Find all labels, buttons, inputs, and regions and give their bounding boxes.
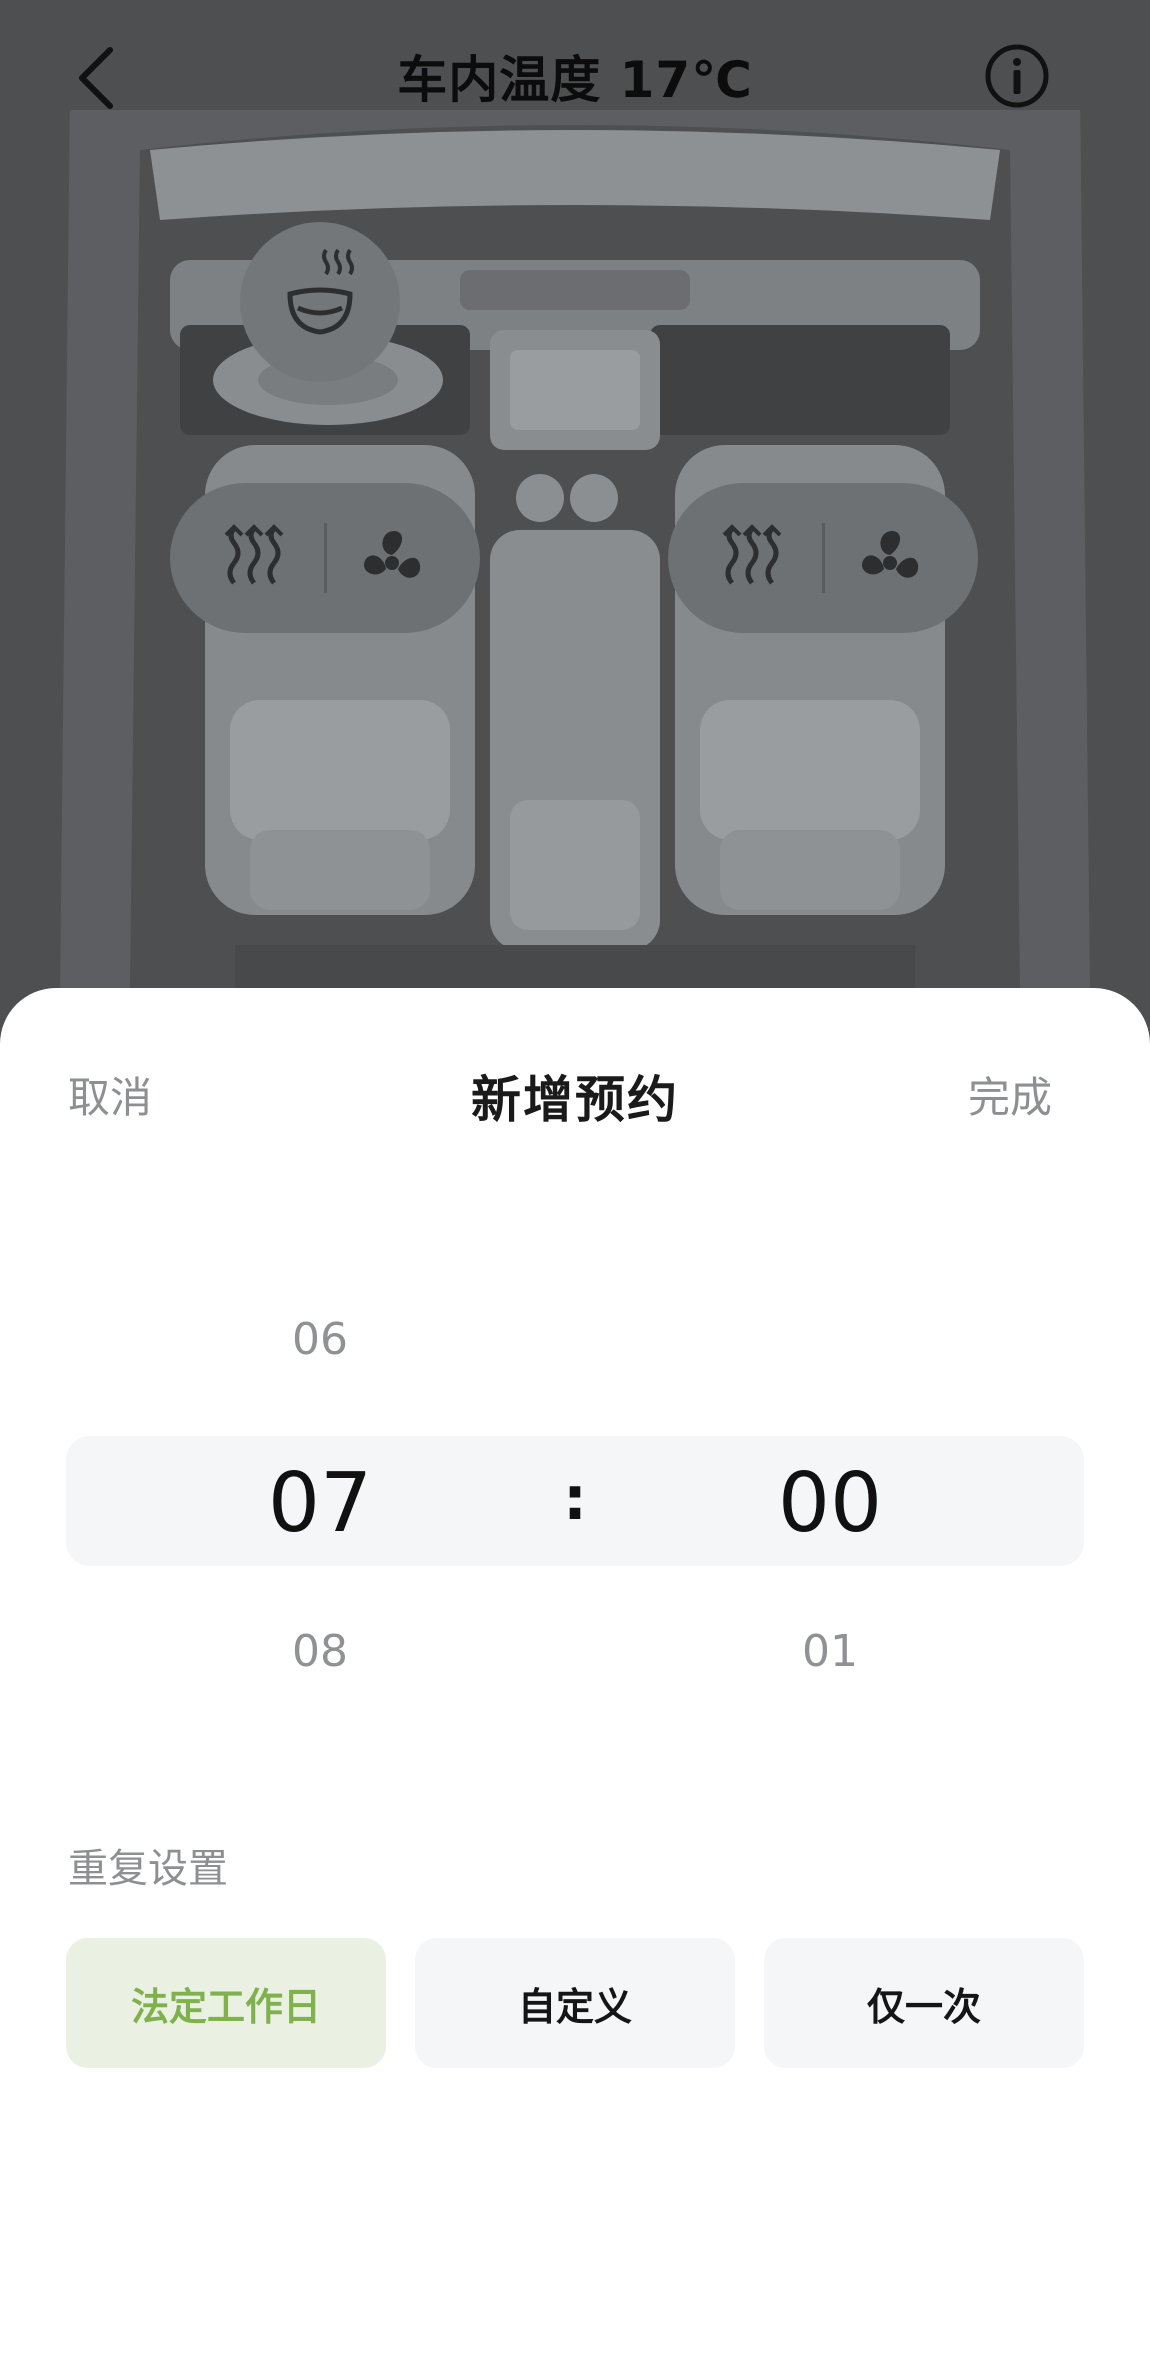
steering-heat-button[interactable]: [240, 222, 400, 382]
hour-selected[interactable]: 07: [220, 1456, 420, 1551]
minute-option-next[interactable]: 01: [730, 1626, 930, 1677]
hour-option-prev[interactable]: 06: [220, 1314, 420, 1365]
info-circle-icon: [985, 44, 1049, 108]
page-title: 车内温度 17℃: [397, 51, 753, 109]
repeat-option-workdays[interactable]: 法定工作日: [66, 1938, 386, 2068]
done-button[interactable]: 完成: [968, 1064, 1052, 1125]
sheet-header: 取消 新增预约 完成: [0, 988, 1150, 1138]
minute-selected[interactable]: 00: [730, 1456, 930, 1551]
repeat-option-custom[interactable]: 自定义: [415, 1938, 735, 2068]
hour-option-next[interactable]: 08: [220, 1626, 420, 1677]
pill-divider: [822, 523, 825, 593]
seat-fan-icon[interactable]: [850, 519, 930, 599]
steering-wheel-heat-icon: [287, 248, 354, 335]
time-separator: :: [563, 1464, 587, 1534]
repeat-setting-label: 重复设置: [68, 1846, 228, 1892]
seat-heat-icon[interactable]: [220, 523, 290, 593]
seat-fan-icon[interactable]: [352, 519, 432, 599]
left-seat-controls: [170, 483, 480, 633]
schedule-bottom-sheet: 取消 新增预约 完成 06 07 08 : 00 01 重复设置 法定工作日 自…: [0, 988, 1150, 2355]
info-button[interactable]: [983, 42, 1051, 110]
time-picker[interactable]: 06 07 08 : 00 01: [0, 1268, 1150, 1728]
repeat-option-once[interactable]: 仅一次: [764, 1938, 1084, 2068]
right-seat-controls: [668, 483, 978, 633]
seat-heat-icon[interactable]: [718, 523, 788, 593]
pill-divider: [324, 523, 327, 593]
